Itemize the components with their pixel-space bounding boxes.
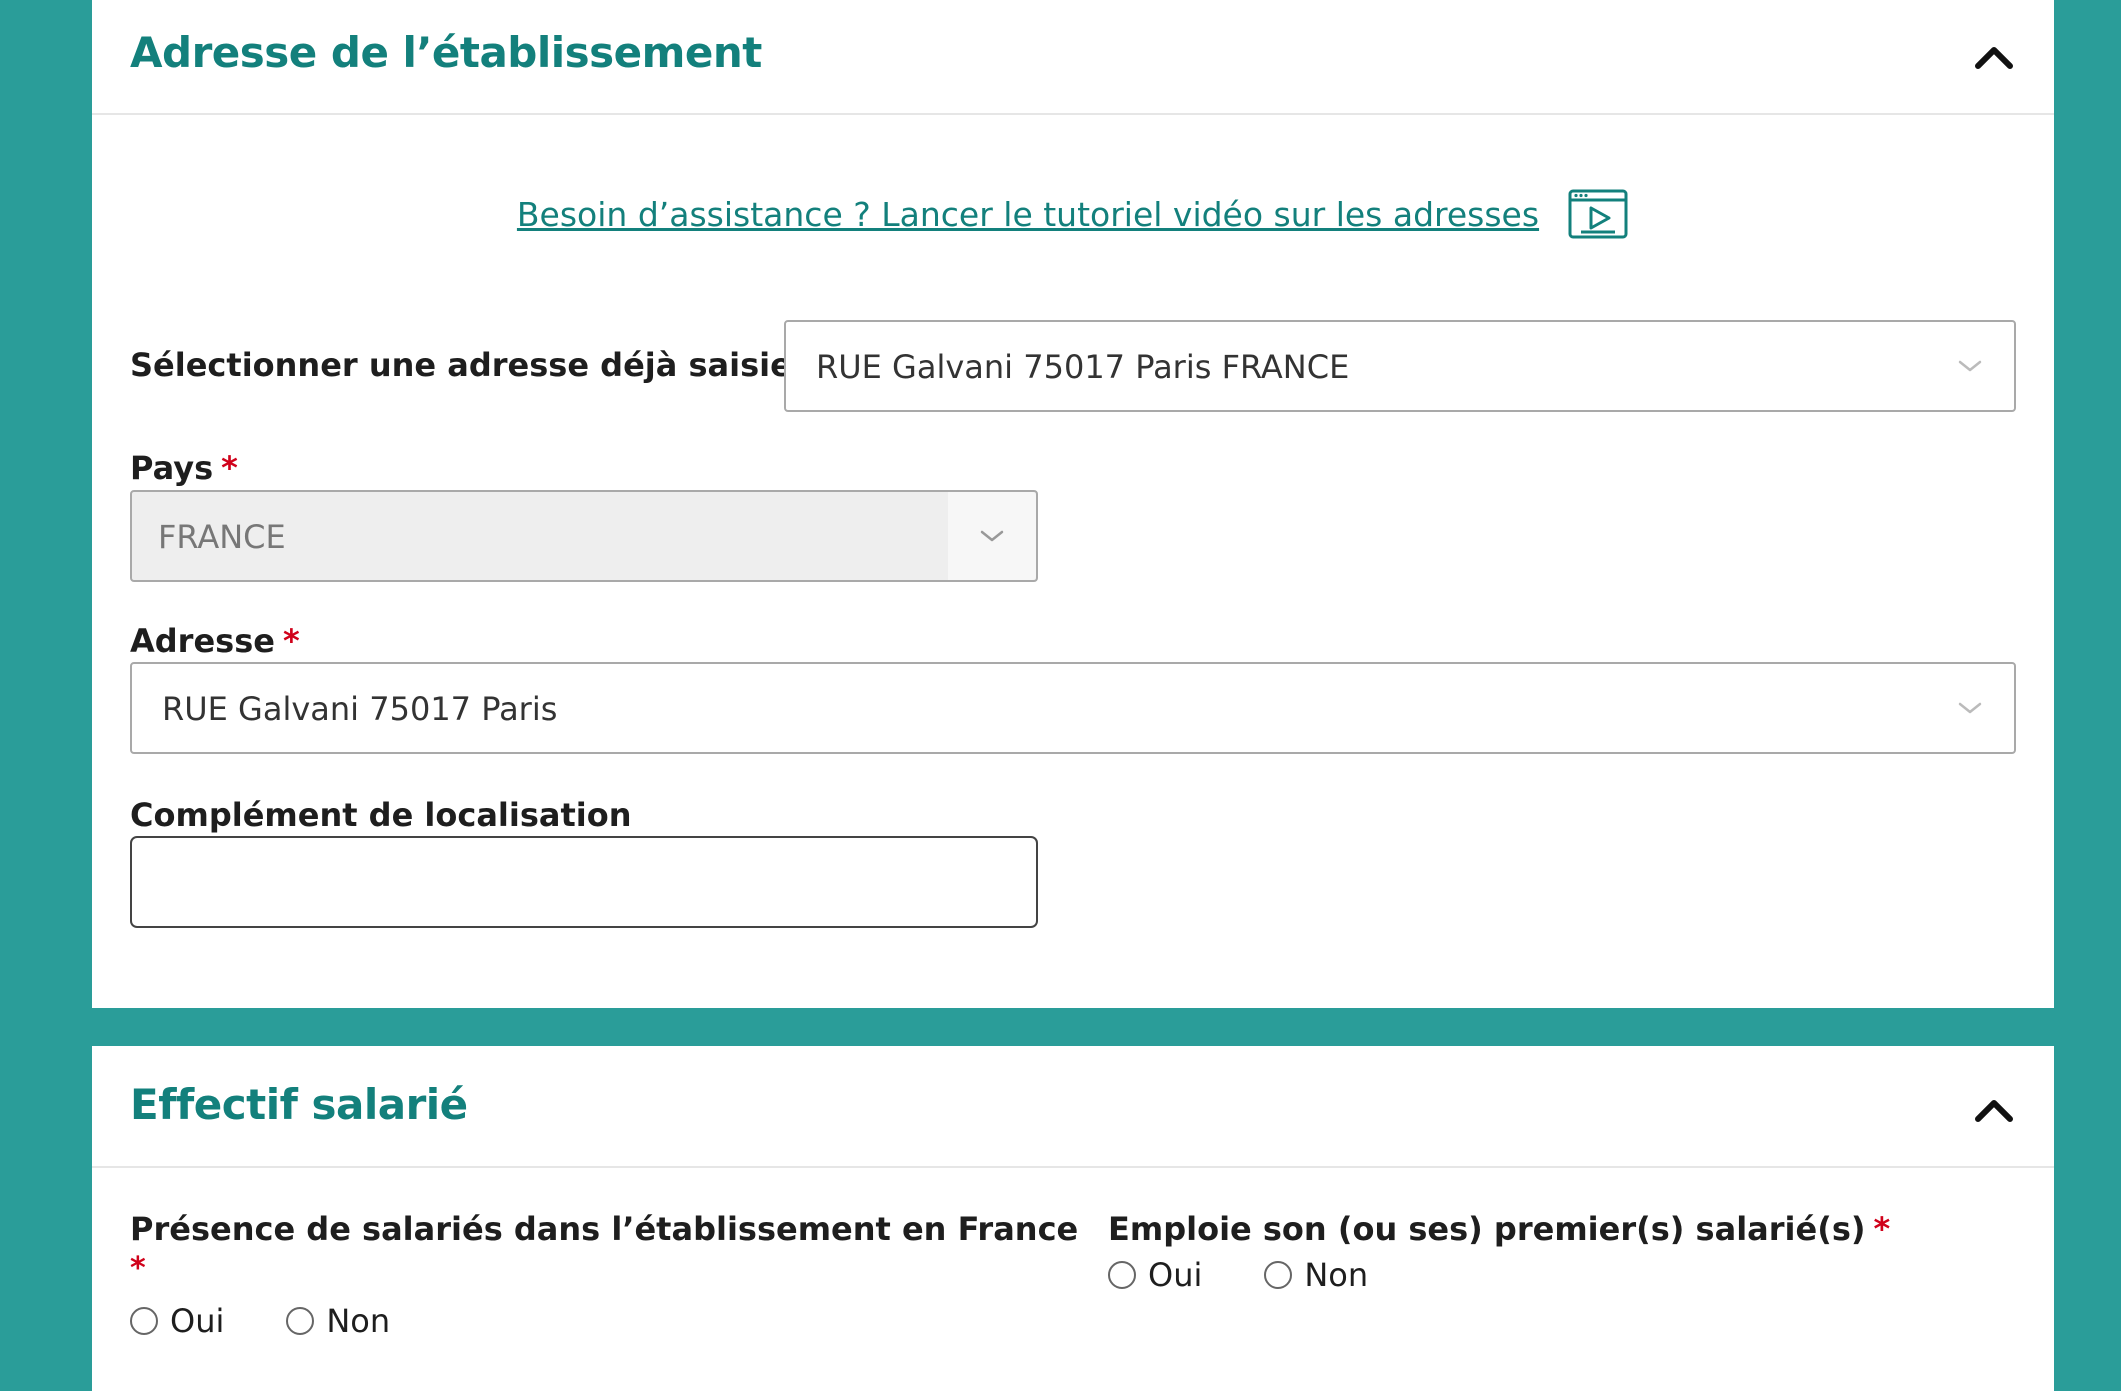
country-value: FRANCE [158, 518, 286, 556]
radio-circle[interactable] [1108, 1261, 1136, 1289]
presence-oui-radio[interactable]: Oui [130, 1302, 224, 1340]
presence-non-radio[interactable]: Non [286, 1302, 390, 1340]
radio-label: Oui [170, 1302, 225, 1340]
address-section-title: Adresse de l’établissement [130, 28, 762, 77]
saved-address-label: Sélectionner une adresse déjà saisie : [130, 346, 816, 384]
address-label: Adresse * [130, 622, 300, 660]
country-select: FRANCE [130, 490, 1038, 582]
address-label-text: Adresse [130, 622, 275, 660]
first-employee-label-text: Emploie son (ou ses) premier(s) salarié(… [1108, 1210, 1866, 1248]
radio-circle[interactable] [1264, 1261, 1293, 1289]
country-label: Pays * [130, 449, 238, 487]
help-row: Besoin d’assistance ? Lancer le tutoriel… [92, 188, 2054, 240]
required-mark: * [221, 449, 238, 487]
presence-label: Présence de salariés dans l’établissemen… [130, 1210, 1079, 1248]
chevron-up-icon[interactable] [1972, 1095, 2016, 1125]
complement-label: Complément de localisation [130, 796, 632, 834]
required-mark: * [130, 1251, 146, 1286]
address-tutorial-link[interactable]: Besoin d’assistance ? Lancer le tutoriel… [517, 195, 1539, 234]
chevron-up-icon[interactable] [1972, 42, 2016, 72]
chevron-down-icon [1958, 702, 1982, 714]
address-select[interactable]: RUE Galvani 75017 Paris [130, 662, 2016, 754]
address-card: Adresse de l’établissement Besoin d’assi… [92, 0, 2054, 1008]
address-card-header[interactable]: Adresse de l’établissement [92, 0, 2054, 115]
saved-address-select[interactable]: RUE Galvani 75017 Paris FRANCE [784, 320, 2016, 412]
radio-label: Non [326, 1302, 391, 1340]
radio-label: Non [1304, 1256, 1369, 1294]
radio-circle[interactable] [130, 1307, 158, 1335]
first-employee-radio-group: Oui Non [1108, 1256, 1430, 1294]
presence-radio-group: Oui Non [130, 1302, 452, 1340]
chevron-down-icon [1958, 360, 1982, 372]
radio-label: Oui [1148, 1256, 1203, 1294]
address-value: RUE Galvani 75017 Paris [162, 690, 558, 728]
presence-required-mark: * [130, 1251, 146, 1286]
saved-address-value: RUE Galvani 75017 Paris FRANCE [816, 348, 1350, 386]
staff-section-title: Effectif salarié [130, 1080, 468, 1129]
complement-input[interactable] [130, 836, 1038, 928]
first-employee-non-radio[interactable]: Non [1264, 1256, 1368, 1294]
required-mark: * [1873, 1210, 1891, 1248]
staff-card: Effectif salarié Présence de salariés da… [92, 1046, 2054, 1391]
staff-card-header[interactable]: Effectif salarié [92, 1046, 2054, 1168]
first-employee-label: Emploie son (ou ses) premier(s) salarié(… [1108, 1210, 1890, 1248]
first-employee-oui-radio[interactable]: Oui [1108, 1256, 1202, 1294]
required-mark: * [282, 622, 300, 660]
video-tutorial-icon[interactable] [1567, 188, 1629, 240]
chevron-down-icon [980, 530, 1004, 542]
country-label-text: Pays [130, 449, 214, 487]
radio-circle[interactable] [286, 1307, 315, 1335]
